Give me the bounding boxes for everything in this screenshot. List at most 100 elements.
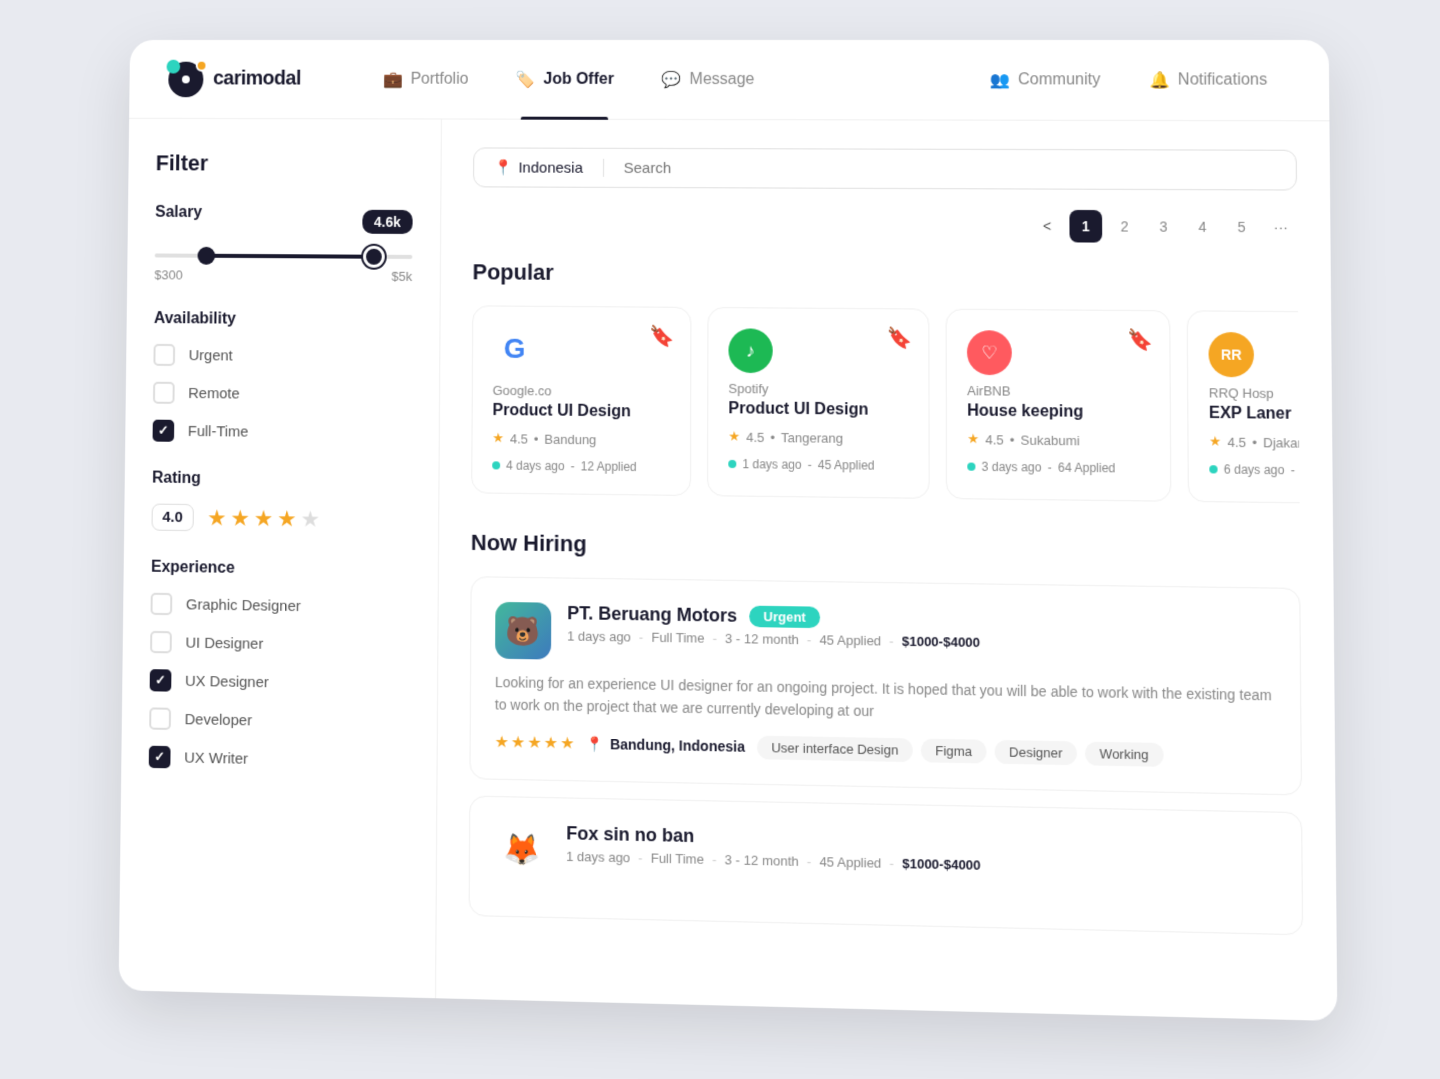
- checkbox-urgent[interactable]: Urgent: [153, 344, 411, 368]
- nav-community[interactable]: 👥 Community: [969, 40, 1121, 120]
- fox-info: Fox sin no ban 1 days ago - Full Time - …: [566, 823, 1276, 879]
- bear-star-5: ★: [560, 733, 574, 754]
- checkbox-ux-label: UX Designer: [185, 672, 269, 691]
- checkbox-uxwriter-box[interactable]: [149, 746, 171, 769]
- beruang-name: PT. Beruang Motors: [567, 603, 737, 627]
- rating-stars[interactable]: ★ ★ ★ ★ ★: [207, 505, 320, 533]
- nav-job-offer[interactable]: 🏷️ Job Offer: [492, 40, 638, 119]
- beruang-location: Bandung, Indonesia: [610, 736, 745, 755]
- tag-designer[interactable]: Designer: [995, 740, 1077, 765]
- popular-card-google[interactable]: 🔖 G Google.co Product UI Design ★ 4.5 • …: [471, 305, 691, 496]
- beruang-applied: 45 Applied: [819, 632, 881, 648]
- page-3[interactable]: 3: [1147, 210, 1180, 243]
- popular-card-spotify[interactable]: 🔖 ♪ Spotify Product UI Design ★ 4.5 • Ta…: [707, 307, 930, 499]
- availability-section: Availability Urgent Remote Full-Time: [153, 310, 412, 444]
- popular-cards: 🔖 G Google.co Product UI Design ★ 4.5 • …: [471, 305, 1299, 503]
- checkbox-ui-box[interactable]: [150, 631, 172, 653]
- airbnb-rating-val: 4.5: [985, 432, 1003, 448]
- checkbox-remote[interactable]: Remote: [153, 382, 411, 406]
- checkbox-ux[interactable]: UX Designer: [150, 669, 410, 696]
- spotify-rating-star: ★: [728, 428, 740, 444]
- popular-card-airbnb[interactable]: 🔖 ♡ AirBNB House keeping ★ 4.5 • Sukabum…: [946, 309, 1172, 502]
- beruang-stars: ★ ★ ★ ★ ★: [495, 732, 575, 754]
- spotify-rating-val: 4.5: [746, 429, 764, 444]
- star-1[interactable]: ★: [207, 505, 227, 531]
- popular-card-rrq[interactable]: 🔖 RR RRQ Hosp EXP Laner ★ 4.5 • Djakart …: [1187, 310, 1300, 503]
- rrq-rating-star: ★: [1209, 433, 1221, 450]
- checkbox-remote-box[interactable]: [153, 382, 175, 404]
- nav-message[interactable]: 💬 Message: [638, 40, 779, 120]
- header: carimodal 💼 Portfolio 🏷️ Job Offer 💬 Mes…: [129, 40, 1329, 121]
- hiring-card-beruang[interactable]: 🐻 PT. Beruang Motors Urgent 1 days ago -…: [469, 576, 1302, 795]
- bookmark-icon-google[interactable]: 🔖: [649, 324, 674, 349]
- rating-value: 4.0: [151, 504, 193, 532]
- bookmark-icon-airbnb[interactable]: 🔖: [1127, 327, 1153, 353]
- checkbox-urgent-box[interactable]: [153, 344, 175, 366]
- bear-star-2: ★: [511, 732, 525, 753]
- logo[interactable]: carimodal: [168, 61, 301, 97]
- nav-portfolio[interactable]: 💼 Portfolio: [359, 40, 492, 119]
- search-input[interactable]: [604, 159, 1276, 178]
- star-4[interactable]: ★: [277, 506, 297, 532]
- dot-green-airbnb: [967, 463, 975, 471]
- checkbox-dev[interactable]: Developer: [149, 707, 409, 734]
- rrq-job-title: EXP Laner: [1209, 405, 1300, 425]
- slider-thumb-right[interactable]: [363, 246, 385, 268]
- main-layout: Filter Salary 4.6k $300 $5k: [119, 119, 1338, 1021]
- beruang-tags: User interface Design Figma Designer Wor…: [757, 735, 1163, 766]
- location-pin-beruang: 📍: [586, 735, 604, 753]
- page-1[interactable]: 1: [1069, 210, 1102, 243]
- tag-figma[interactable]: Figma: [921, 738, 987, 763]
- slider-fill: [206, 254, 374, 259]
- beruang-badge: Urgent: [749, 606, 820, 629]
- checkbox-graphic-label: Graphic Designer: [186, 596, 301, 615]
- star-5[interactable]: ★: [300, 506, 320, 532]
- bookmark-icon-spotify[interactable]: 🔖: [887, 325, 912, 351]
- checkbox-uxwriter[interactable]: UX Writer: [149, 746, 409, 773]
- experience-section: Experience Graphic Designer UI Designer …: [149, 559, 410, 773]
- fox-applied: 45 Applied: [819, 854, 881, 871]
- page-2[interactable]: 2: [1108, 210, 1141, 243]
- star-3[interactable]: ★: [254, 505, 274, 531]
- salary-badge: 4.6k: [362, 210, 413, 234]
- fox-type: Full Time: [651, 850, 704, 867]
- nav-notifications[interactable]: 🔔 Notifications: [1129, 40, 1289, 121]
- google-meta: ★ 4.5 • Bandung: [492, 430, 670, 448]
- star-2[interactable]: ★: [230, 505, 250, 531]
- salary-min: $300: [154, 267, 182, 282]
- beruang-logo: 🐻: [495, 602, 551, 660]
- dot-green-rrq: [1209, 465, 1217, 473]
- checkbox-dev-box[interactable]: [149, 707, 171, 730]
- hiring-header-beruang: 🐻 PT. Beruang Motors Urgent 1 days ago -…: [495, 602, 1275, 672]
- search-location[interactable]: 📍 Indonesia: [494, 158, 604, 176]
- page-4[interactable]: 4: [1186, 210, 1219, 243]
- airbnb-company: AirBNB: [967, 383, 1149, 400]
- availability-title: Availability: [154, 310, 412, 330]
- salary-header: Salary 4.6k: [155, 204, 413, 239]
- checkbox-fulltime[interactable]: Full-Time: [153, 420, 412, 445]
- slider-thumb-left[interactable]: [197, 247, 215, 265]
- checkbox-graphic-box[interactable]: [151, 593, 173, 615]
- checkbox-ui[interactable]: UI Designer: [150, 631, 410, 657]
- fox-duration: 3 - 12 month: [725, 852, 799, 869]
- content: 📍 Indonesia < 1 2 3 4 5 ··· Popular �: [436, 119, 1337, 1021]
- tag-uid[interactable]: User interface Design: [757, 735, 913, 762]
- spotify-location: Tangerang: [781, 430, 843, 446]
- checkbox-graphic[interactable]: Graphic Designer: [151, 593, 410, 619]
- checkbox-fulltime-label: Full-Time: [188, 422, 249, 440]
- google-footer: 4 days ago - 12 Applied: [492, 458, 670, 474]
- bear-star-4: ★: [544, 733, 558, 754]
- salary-slider[interactable]: [155, 253, 413, 258]
- checkbox-ux-box[interactable]: [150, 669, 172, 692]
- spotify-applied: 45 Applied: [818, 458, 875, 473]
- checkbox-fulltime-box[interactable]: [153, 420, 175, 442]
- hiring-card-fox[interactable]: 🦊 Fox sin no ban 1 days ago - Full Time …: [469, 795, 1304, 935]
- portfolio-icon: 💼: [383, 69, 403, 89]
- spotify-footer: 1 days ago - 45 Applied: [728, 457, 908, 473]
- page-5[interactable]: 5: [1225, 211, 1258, 244]
- popular-title: Popular: [472, 259, 1297, 290]
- beruang-footer: ★ ★ ★ ★ ★ 📍 Bandung, Indonesia User inte…: [495, 731, 1276, 769]
- tag-working[interactable]: Working: [1085, 741, 1163, 766]
- airbnb-meta: ★ 4.5 • Sukabumi: [967, 431, 1149, 449]
- page-prev[interactable]: <: [1031, 210, 1064, 243]
